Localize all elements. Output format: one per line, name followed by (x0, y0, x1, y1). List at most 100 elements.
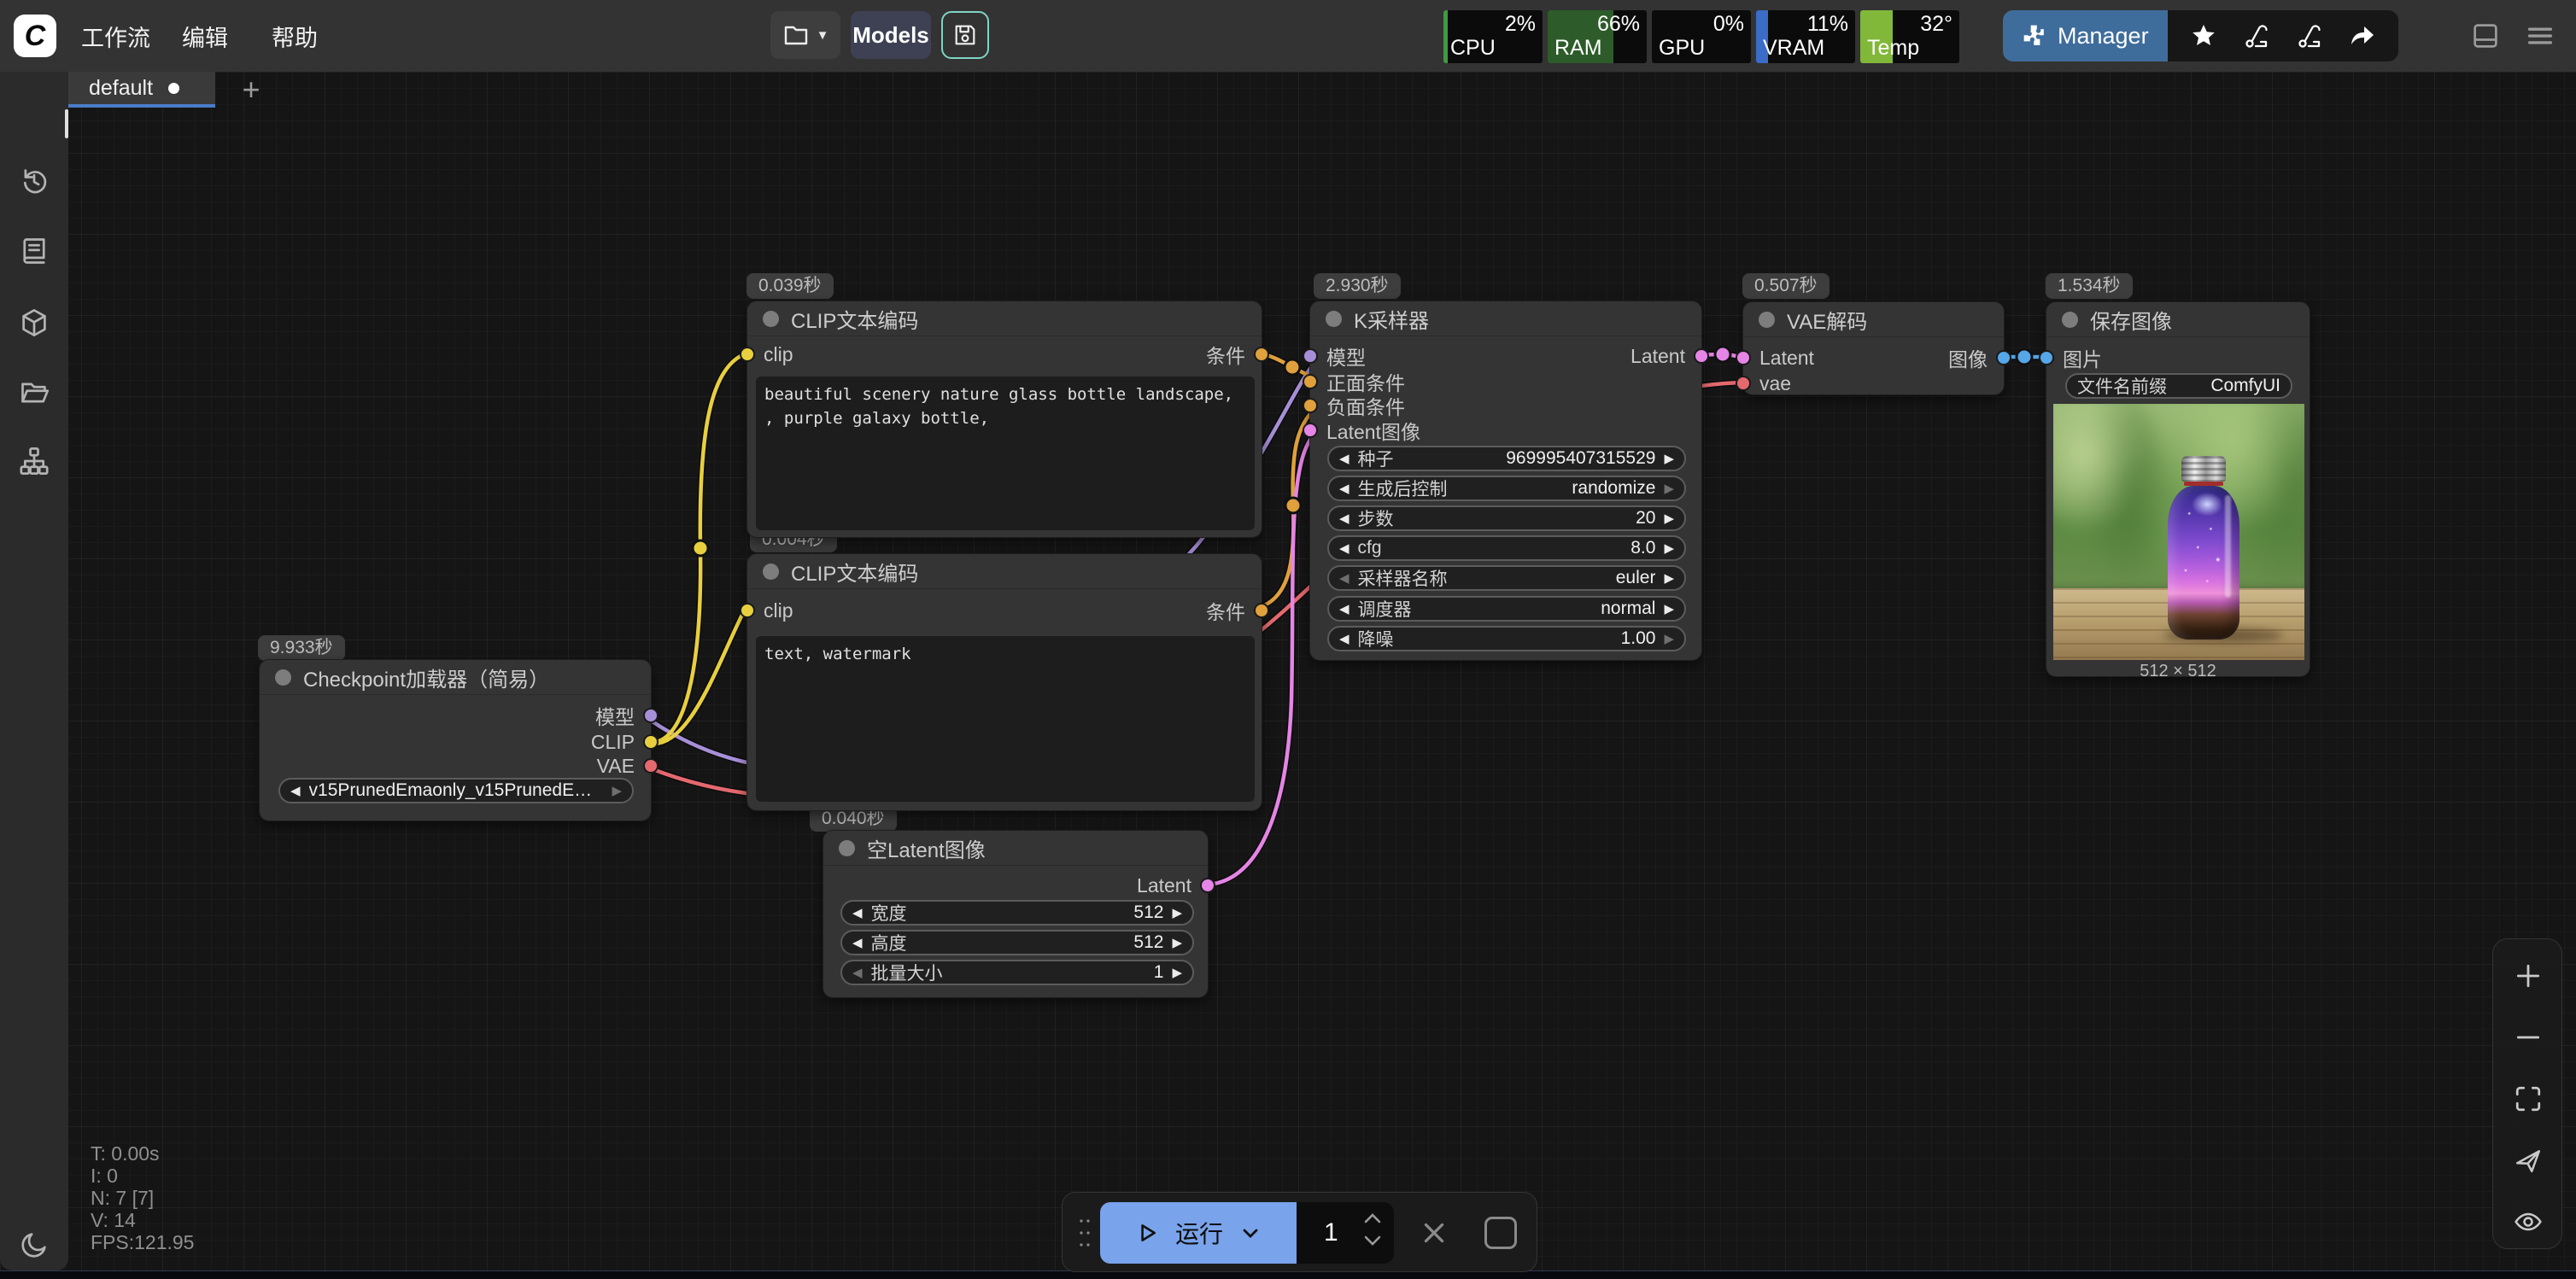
history-icon[interactable] (19, 166, 50, 196)
input-port-clip[interactable]: clip (740, 344, 793, 365)
sidebar-scrollbar[interactable] (65, 109, 68, 138)
output-port-conditioning[interactable]: 条件 (1206, 344, 1269, 365)
preview-image[interactable] (2053, 404, 2304, 660)
bottom-panel-toggle-icon[interactable] (2470, 20, 2501, 55)
star-icon[interactable] (2190, 22, 2217, 50)
output-port-latent[interactable]: Latent (1137, 875, 1215, 896)
width-widget[interactable]: ◀ 宽度 512 ▶ (840, 900, 1194, 926)
steps-widget[interactable]: ◀ 步数 20 ▶ (1327, 505, 1686, 531)
node-clip-text-encode-positive[interactable]: CLIP文本编码 clip 条件 beautiful scenery natur… (746, 301, 1262, 538)
output-port-model[interactable]: 模型 (595, 705, 659, 726)
node-title-bar[interactable]: CLIP文本编码 (747, 301, 1262, 336)
node-save-image[interactable]: 保存图像 图片 文件名前缀 ComfyUI 512 × 512 (2046, 301, 2310, 677)
node-title-bar[interactable]: VAE解码 (1743, 302, 2004, 337)
workflow-tab-default[interactable]: default (68, 72, 215, 108)
play-icon (1136, 1222, 1158, 1244)
input-port-negative[interactable]: 负面条件 (1303, 395, 1405, 416)
node-library-icon[interactable] (19, 236, 50, 266)
node-title-bar[interactable]: CLIP文本编码 (747, 554, 1262, 589)
menu-edit[interactable]: 编辑 (182, 0, 228, 72)
menu-workflow[interactable]: 工作流 (81, 0, 150, 72)
output-port-clip[interactable]: CLIP (591, 732, 659, 752)
cfg-widget[interactable]: ◀ cfg 8.0 ▶ (1327, 535, 1686, 561)
control-after-generate-widget[interactable]: ◀ 生成后控制 randomize ▶ (1327, 476, 1686, 501)
prompt-textarea[interactable]: text, watermark (756, 636, 1255, 802)
scheduler-widget[interactable]: ◀ 调度器 normal ▶ (1327, 596, 1686, 622)
ckpt-name-widget[interactable]: ◀ v15PrunedEmaonly_v15PrunedEmaonly. ...… (278, 778, 634, 803)
collapse-dot-icon[interactable] (1326, 311, 1342, 327)
drag-handle-icon[interactable] (1078, 1217, 1092, 1249)
node-title-bar[interactable]: 空Latent图像 (823, 831, 1208, 866)
image-resolution-caption: 512 × 512 (2046, 662, 2310, 681)
manager-button[interactable]: Manager (2003, 10, 2168, 61)
increment-icon: ▶ (612, 783, 622, 798)
collapse-dot-icon[interactable] (763, 564, 779, 580)
decrement-icon: ◀ (852, 935, 863, 950)
stepper-up-icon[interactable] (1363, 1212, 1382, 1224)
run-button[interactable]: 运行 (1100, 1202, 1297, 1264)
input-port-latent[interactable]: Latent (1736, 347, 1814, 368)
batch-count-input[interactable]: 1 (1297, 1202, 1394, 1264)
models-button[interactable]: Models (851, 11, 931, 59)
node-title-bar[interactable]: Checkpoint加载器（简易） (260, 660, 651, 695)
toggle-link-visibility-button[interactable] (2514, 1207, 2543, 1241)
node-clip-text-encode-negative[interactable]: CLIP文本编码 clip 条件 text, watermark (746, 553, 1262, 811)
collapse-dot-icon[interactable] (763, 311, 779, 327)
new-workflow-tab-button[interactable]: + (236, 75, 266, 106)
node-vae-decode[interactable]: VAE解码 Latent vae 图像 (1742, 301, 2005, 395)
input-port-model[interactable]: 模型 (1303, 346, 1366, 366)
node-map-icon[interactable] (19, 446, 50, 476)
input-port-latent[interactable]: Latent图像 (1303, 420, 1420, 441)
stop-button[interactable] (1484, 1217, 1517, 1249)
collapse-dot-icon[interactable] (839, 840, 855, 856)
output-port-image[interactable]: 图像 (1948, 347, 2011, 368)
batch-size-widget[interactable]: ◀ 批量大小 1 ▶ (840, 960, 1194, 985)
output-port-conditioning[interactable]: 条件 (1206, 600, 1269, 621)
increment-icon: ▶ (1172, 905, 1182, 920)
stepper-down-icon[interactable] (1363, 1235, 1382, 1247)
collapse-dot-icon[interactable] (2062, 312, 2078, 328)
node-checkpoint-loader[interactable]: Checkpoint加载器（简易） 模型 CLIP VAE ◀ v15Prune… (259, 659, 652, 821)
fit-view-button[interactable] (2514, 1084, 2543, 1118)
output-port-vae[interactable]: VAE (597, 756, 659, 776)
input-port-image[interactable]: 图片 (2039, 347, 2102, 368)
decrement-icon: ◀ (1339, 631, 1349, 646)
denoise-widget[interactable]: ◀ 降噪 1.00 ▶ (1327, 626, 1686, 651)
seed-widget[interactable]: ◀ 种子 969995407315529 ▶ (1327, 446, 1686, 471)
workflows-folder-icon[interactable] (19, 377, 50, 408)
zoom-out-button[interactable] (2514, 1023, 2543, 1056)
unsaved-dot-icon (168, 83, 179, 94)
share-icon[interactable] (2349, 22, 2376, 50)
vacuum-clean-icon[interactable] (2243, 22, 2270, 50)
theme-toggle-moon-icon[interactable] (19, 1229, 50, 1260)
prompt-textarea[interactable]: beautiful scenery nature glass bottle la… (756, 377, 1255, 530)
vacuum-clean-alt-icon[interactable] (2296, 22, 2323, 50)
run-label: 运行 (1175, 1216, 1223, 1250)
node-title-bar[interactable]: 保存图像 (2046, 302, 2310, 337)
cpu-stat: 2% CPU (1443, 10, 1543, 63)
save-workflow-button[interactable] (941, 11, 989, 59)
collapse-dot-icon[interactable] (275, 669, 291, 686)
open-workflow-button[interactable]: ▼ (770, 11, 840, 59)
model-library-icon[interactable] (19, 307, 50, 338)
collapse-dot-icon[interactable] (1759, 312, 1775, 328)
increment-icon: ▶ (1664, 540, 1674, 556)
exec-time-badge: 9.933秒 (258, 635, 345, 661)
output-port-latent[interactable]: Latent (1630, 346, 1709, 366)
node-empty-latent-image[interactable]: 空Latent图像 Latent ◀ 宽度 512 ▶ ◀ 高度 512 ▶ ◀… (823, 830, 1209, 998)
zoom-in-button[interactable] (2514, 961, 2543, 995)
pan-mode-button[interactable] (2514, 1146, 2543, 1179)
node-title-bar[interactable]: K采样器 (1310, 301, 1701, 336)
input-port-vae[interactable]: vae (1736, 373, 1791, 394)
cancel-button[interactable] (1414, 1213, 1454, 1253)
hamburger-menu-icon[interactable] (2525, 20, 2556, 55)
filename-prefix-widget[interactable]: 文件名前缀 ComfyUI (2065, 373, 2292, 399)
input-port-positive[interactable]: 正面条件 (1303, 371, 1405, 392)
input-port-clip[interactable]: clip (740, 600, 793, 621)
sampler-name-widget[interactable]: ◀ 采样器名称 euler ▶ (1327, 565, 1686, 591)
comfyui-logo[interactable]: C (14, 15, 56, 57)
height-widget[interactable]: ◀ 高度 512 ▶ (840, 930, 1194, 955)
menu-help[interactable]: 帮助 (272, 0, 318, 72)
batch-count-steppers[interactable] (1363, 1212, 1382, 1247)
node-ksampler[interactable]: K采样器 模型 正面条件 负面条件 Latent图像 Latent ◀ 种子 9… (1309, 301, 1702, 661)
